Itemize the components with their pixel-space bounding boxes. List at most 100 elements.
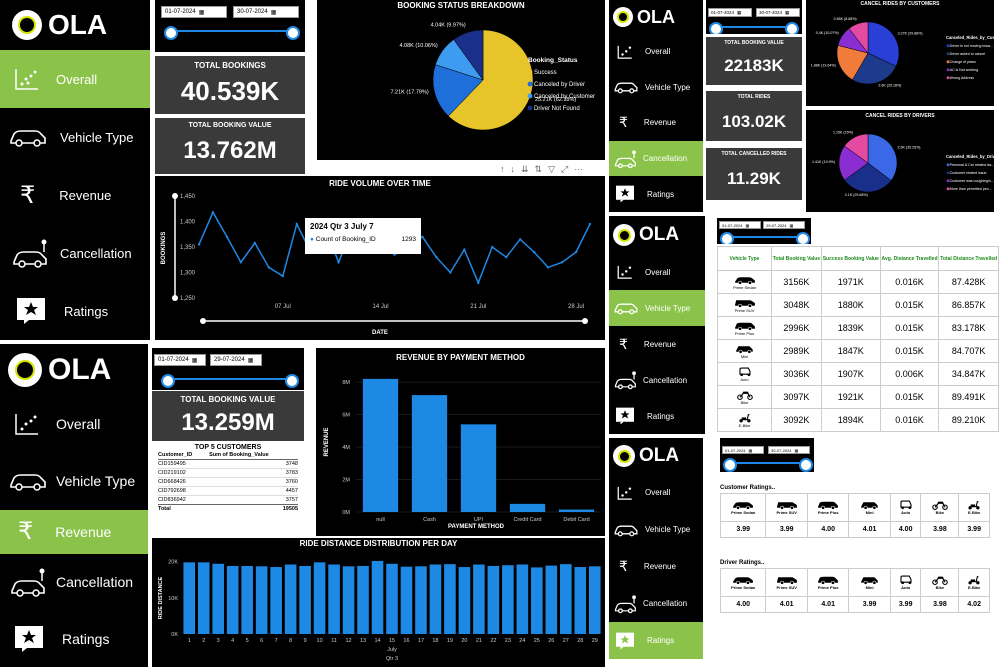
suv-icon: [776, 577, 797, 585]
x-tick-label: 12: [345, 638, 351, 644]
calendar-icon: ▦: [737, 9, 742, 15]
drill-down-icon[interactable]: ↓: [511, 164, 516, 174]
legend-item: Change of plans: [950, 60, 976, 64]
bar: [183, 562, 196, 634]
x-tick-label: 17: [418, 638, 424, 644]
nav-overall[interactable]: Overall: [0, 396, 148, 453]
nav-revenue[interactable]: ₹ Revenue: [609, 105, 703, 141]
table-row: CID159495 3748: [158, 461, 298, 469]
nav-revenue[interactable]: ₹ Revenue: [609, 326, 705, 362]
nav-overall[interactable]: Overall: [609, 34, 703, 70]
bar: [460, 424, 497, 512]
ola-logo: OLA: [609, 438, 703, 474]
focus-mode-icon[interactable]: ⤢: [561, 164, 568, 175]
date-to-input[interactable]: 30-07-2024 ▦: [233, 6, 299, 18]
bar: [241, 565, 253, 634]
nav-revenue[interactable]: ₹ Revenue: [0, 166, 150, 224]
x-tick-label: 21: [476, 638, 482, 644]
more-options-icon[interactable]: ⋯: [574, 164, 583, 175]
nav-cancellation[interactable]: Cancellation: [609, 585, 703, 622]
nav-ratings[interactable]: Ratings: [609, 176, 703, 212]
x-tick-label: Cash: [423, 517, 436, 523]
date-from-input[interactable]: 01-07-2024 ▦: [722, 446, 764, 454]
hierarchy-icon[interactable]: ⇅: [535, 164, 543, 175]
date-to-input[interactable]: 29-07-2024 ▦: [763, 221, 805, 229]
bar: [362, 378, 399, 512]
nav-cancellation[interactable]: Cancellation: [0, 554, 148, 611]
scroll-handle: [582, 318, 588, 324]
nav-vehicle-type[interactable]: Vehicle Type: [0, 108, 150, 166]
nav-ratings[interactable]: Ratings: [609, 622, 703, 659]
total-rides-card: TOTAL RIDES 103.02K: [706, 91, 802, 141]
y-tick-label: 20K: [168, 560, 178, 566]
table-row: Bike 3097K 1921K 0.015K 89.491K: [717, 385, 999, 409]
legend-item: AC is Not working: [950, 68, 979, 72]
sidebar: OLA Overall Vehicle Type ₹ Revenue Cancel…: [609, 0, 703, 212]
scooter-icon: [738, 413, 751, 422]
bar: [212, 563, 224, 634]
y-tick-label: 1,300: [180, 271, 196, 277]
y-tick-label: 4M: [342, 445, 350, 451]
drill-up-icon[interactable]: ↑: [500, 164, 505, 174]
date-from-input[interactable]: 01-07-2024 ▦: [708, 8, 752, 17]
driver-ratings-row: 4.00 4.01 4.01 3.99 3.99 3.98 4.02: [719, 596, 990, 613]
date-range-slider[interactable]: [720, 233, 810, 244]
data-point: [281, 274, 284, 278]
nav-overall[interactable]: Overall: [609, 254, 705, 290]
date-to-input[interactable]: 29-07-2024 ▦: [210, 354, 262, 366]
nav-vehicle-type[interactable]: Vehicle Type: [609, 290, 705, 326]
bar: [560, 564, 572, 634]
y-tick-label: 8M: [342, 380, 350, 386]
driver-ratings-table: Prime Sedan Prime SUV Prime Plus Mini Au…: [719, 568, 990, 613]
nav-vehicle-type[interactable]: Vehicle Type: [609, 511, 703, 548]
table-row: Prime Sedan 3156K 1971K 0.016K 87.428K: [717, 270, 999, 294]
date-range-slider[interactable]: [709, 22, 799, 34]
date-range-slider[interactable]: [161, 374, 299, 388]
auto-rickshaw-icon: [738, 367, 751, 376]
booking-status-chart: BOOKING STATUS BREAKDOWN 25.21K (62.18%)…: [317, 0, 605, 160]
nav-overall[interactable]: Overall: [609, 474, 703, 511]
date-from-input[interactable]: 01-07-2024 ▦: [719, 221, 761, 229]
data-point: [211, 211, 215, 214]
nav-overall[interactable]: Overall: [0, 50, 150, 108]
x-tick-label: 3: [217, 638, 220, 644]
date-range-slider[interactable]: [723, 459, 813, 470]
bar: [342, 566, 355, 634]
nav-vehicle-type[interactable]: Vehicle Type: [609, 70, 703, 106]
bar: [516, 564, 529, 634]
slice-label: 2.6K (25.18%): [878, 83, 901, 87]
nav-ratings[interactable]: Ratings: [0, 282, 150, 340]
date-from-input[interactable]: 01-07-2024 ▦: [161, 6, 227, 18]
nav-ratings[interactable]: Ratings: [609, 398, 705, 434]
car-cancel-icon: [614, 371, 636, 390]
nav-ratings[interactable]: Ratings: [0, 610, 148, 667]
cancel-customers-chart: CANCEL RIDES BY CUSTOMERS 3.27K (29.88%)…: [806, 0, 994, 106]
data-point: [449, 271, 452, 274]
legend-marker: [527, 93, 533, 99]
bar: [197, 562, 210, 634]
nav-cancellation[interactable]: Cancellation: [609, 362, 705, 398]
x-tick-label: 11: [331, 638, 337, 644]
nav-revenue[interactable]: ₹ Revenue: [609, 548, 703, 585]
calendar-icon: ▦: [785, 9, 790, 15]
filter-icon[interactable]: ▽: [548, 164, 555, 175]
car-cancel-icon: [11, 568, 45, 597]
date-to-input[interactable]: 30-07-2024 ▦: [768, 446, 810, 454]
bar: [473, 564, 485, 634]
x-tick-label: 20: [461, 638, 467, 644]
x-tick-label: 23: [505, 638, 511, 644]
nav-cancellation[interactable]: Cancellation: [0, 224, 150, 282]
date-range-slider[interactable]: [164, 26, 300, 40]
x-tick-label: 29: [592, 638, 598, 644]
star-rating-icon: [616, 407, 634, 425]
date-from-input[interactable]: 01-07-2024 ▦: [154, 354, 206, 366]
prime-plus-icon: [818, 501, 839, 510]
expand-icon[interactable]: ⇊: [521, 164, 529, 175]
x-tick-label: 1: [188, 638, 191, 644]
nav-cancellation[interactable]: Cancellation: [609, 140, 703, 177]
nav-revenue[interactable]: ₹ Revenue: [0, 509, 148, 554]
date-to-input[interactable]: 30-07-2024 ▦: [756, 8, 800, 17]
data-point: [505, 256, 508, 259]
calendar-icon: ▦: [270, 9, 277, 16]
nav-vehicle-type[interactable]: Vehicle Type: [0, 453, 148, 510]
